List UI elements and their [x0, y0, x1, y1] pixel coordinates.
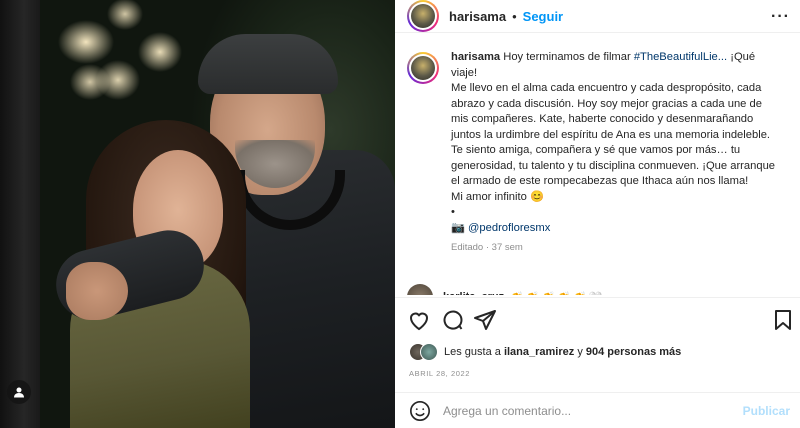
commenter-username[interactable]: karlita_cruz: [443, 291, 504, 295]
follow-button[interactable]: Seguir: [523, 9, 563, 24]
caption-comment: harisama Hoy terminamos de filmar #TheBe…: [407, 50, 792, 256]
liker-avatar: [420, 343, 438, 361]
comments-scroll-area[interactable]: harisama Hoy terminamos de filmar #TheBe…: [395, 40, 800, 295]
smiley-icon[interactable]: [409, 400, 431, 422]
post-photo[interactable]: [0, 0, 395, 428]
caption-intro: Hoy terminamos de filmar: [503, 51, 631, 63]
separator-dot: •: [512, 8, 517, 24]
heart-icon[interactable]: [407, 308, 431, 332]
post-side-panel: harisama • Seguir ··· harisama Hoy termi…: [395, 0, 800, 428]
caption-username[interactable]: harisama: [451, 51, 500, 63]
caption-mention[interactable]: @pedrofloresmx: [468, 222, 550, 234]
action-bar: [395, 297, 800, 337]
comment-item: karlita_cruz 👏👏👏👏👏🤍: [407, 284, 604, 295]
comment-bar: Publicar: [395, 392, 800, 428]
caption-closing: Mi amor infinito 😊: [451, 190, 544, 203]
camera-emoji: 📷: [451, 221, 465, 234]
author-avatar[interactable]: [407, 0, 439, 32]
caption-text: harisama Hoy terminamos de filmar #TheBe…: [451, 50, 781, 256]
commenter-avatar[interactable]: [407, 284, 433, 295]
comment-icon[interactable]: [441, 308, 465, 332]
caption-hashtag[interactable]: #TheBeautifulLie...: [634, 51, 727, 63]
comment-input[interactable]: [443, 403, 733, 418]
post-date: ABRIL 28, 2022: [409, 369, 471, 378]
author-username[interactable]: harisama: [449, 9, 506, 24]
share-icon[interactable]: [473, 308, 497, 332]
tagged-users-button[interactable]: [7, 380, 31, 404]
man-hand: [66, 262, 128, 320]
photo-background-frame: [0, 0, 40, 428]
bookmark-icon[interactable]: [771, 308, 795, 332]
caption-avatar[interactable]: [407, 52, 439, 84]
likes-user[interactable]: ilana_ramirez: [504, 346, 574, 358]
user-tag-icon: [14, 387, 24, 398]
caption-body: Me llevo en el alma cada encuentro y cad…: [451, 82, 776, 187]
likes-summary[interactable]: Les gusta a ilana_ramirez y 904 personas…: [409, 343, 681, 361]
likes-count[interactable]: 904 personas más: [586, 346, 681, 358]
comment-emojis: 👏👏👏👏👏🤍: [510, 291, 604, 296]
caption-bullet: •: [451, 206, 455, 218]
more-horizontal-icon[interactable]: ···: [771, 9, 790, 25]
caption-edited-timestamp: Editado · 37 sem: [451, 242, 523, 253]
likes-text: Les gusta a ilana_ramirez y 904 personas…: [444, 346, 681, 358]
publish-button[interactable]: Publicar: [743, 404, 790, 418]
man-cap: [198, 34, 338, 94]
likes-prefix: Les gusta a: [444, 346, 501, 358]
likes-connector: y: [577, 346, 583, 358]
post-header: harisama • Seguir ···: [395, 0, 800, 33]
